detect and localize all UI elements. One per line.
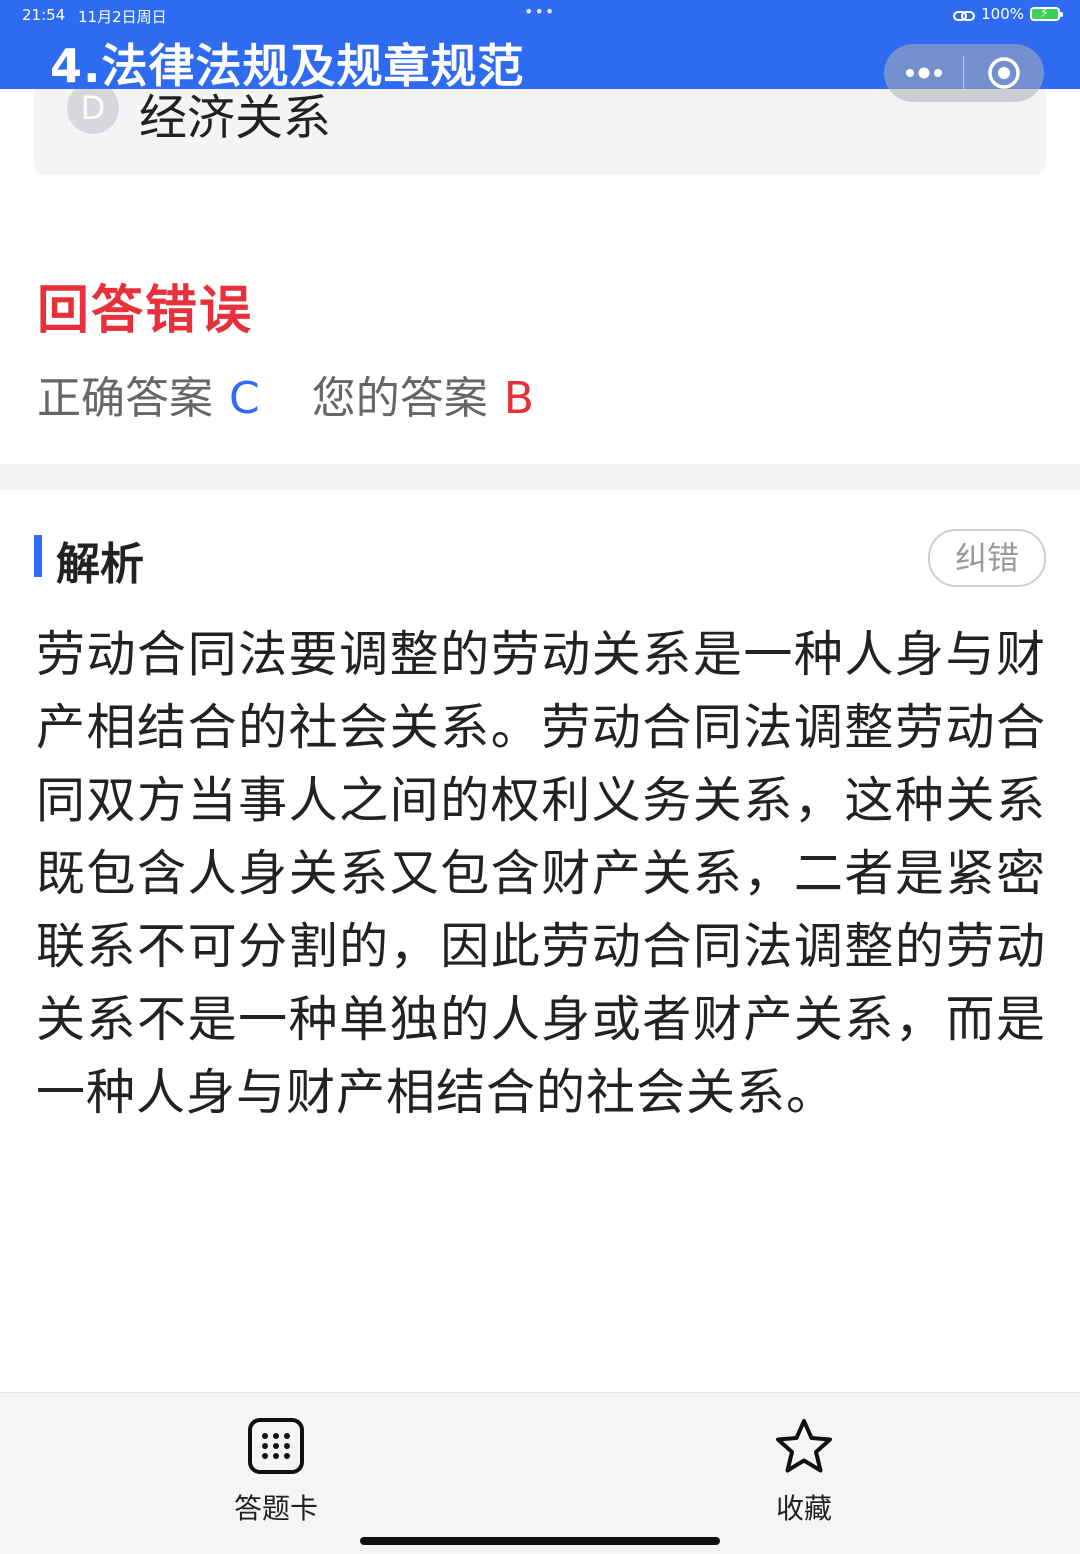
- correct-answer-label: 正确答案: [37, 373, 213, 424]
- status-time: 21:54: [22, 6, 66, 24]
- analysis-text: 劳动合同法要调整的劳动关系是一种人身与财产相结合的社会关系。劳动合同法调整劳动合…: [36, 626, 1046, 1121]
- page: 21:54 11月2日周日 ••• 100% ⚡ 4.法律法规及规章规范 D 经…: [0, 0, 1080, 1554]
- status-date: 11月2日周日: [78, 8, 167, 26]
- miniprogram-capsule: [884, 44, 1044, 102]
- analysis-accent-bar: [34, 535, 42, 577]
- link-icon: [953, 8, 976, 21]
- your-answer-label: 您的答案: [311, 373, 488, 424]
- your-answer-value: B: [503, 373, 534, 424]
- answer-card-tab[interactable]: 答题卡: [206, 1417, 346, 1527]
- more-icon: [905, 67, 942, 79]
- home-indicator[interactable]: [360, 1537, 720, 1545]
- answer-row: 正确答案 C 您的答案 B: [37, 362, 534, 426]
- bottom-bar: 答题卡 收藏: [0, 1392, 1080, 1554]
- battery-icon: ⚡: [1030, 6, 1063, 21]
- favorite-tab[interactable]: 收藏: [734, 1417, 874, 1527]
- target-icon: [988, 57, 1020, 89]
- answer-card-label: 答题卡: [233, 1492, 318, 1525]
- favorite-label: 收藏: [775, 1492, 832, 1525]
- status-right: 100% ⚡: [953, 5, 1063, 23]
- more-button[interactable]: [884, 44, 963, 102]
- correct-answer-value: C: [229, 373, 260, 424]
- report-error-button[interactable]: 纠错: [928, 529, 1046, 587]
- battery-percent: 100%: [981, 5, 1024, 23]
- result-title: 回答错误: [37, 281, 254, 341]
- section-divider: [0, 464, 1080, 490]
- multitask-dots[interactable]: •••: [524, 2, 555, 21]
- star-icon: [776, 1419, 832, 1473]
- page-title: 4.法律法规及规章规范: [50, 39, 525, 93]
- close-miniprogram-button[interactable]: [964, 44, 1044, 102]
- grid-icon: [248, 1418, 304, 1474]
- analysis-title: 解析: [56, 539, 144, 590]
